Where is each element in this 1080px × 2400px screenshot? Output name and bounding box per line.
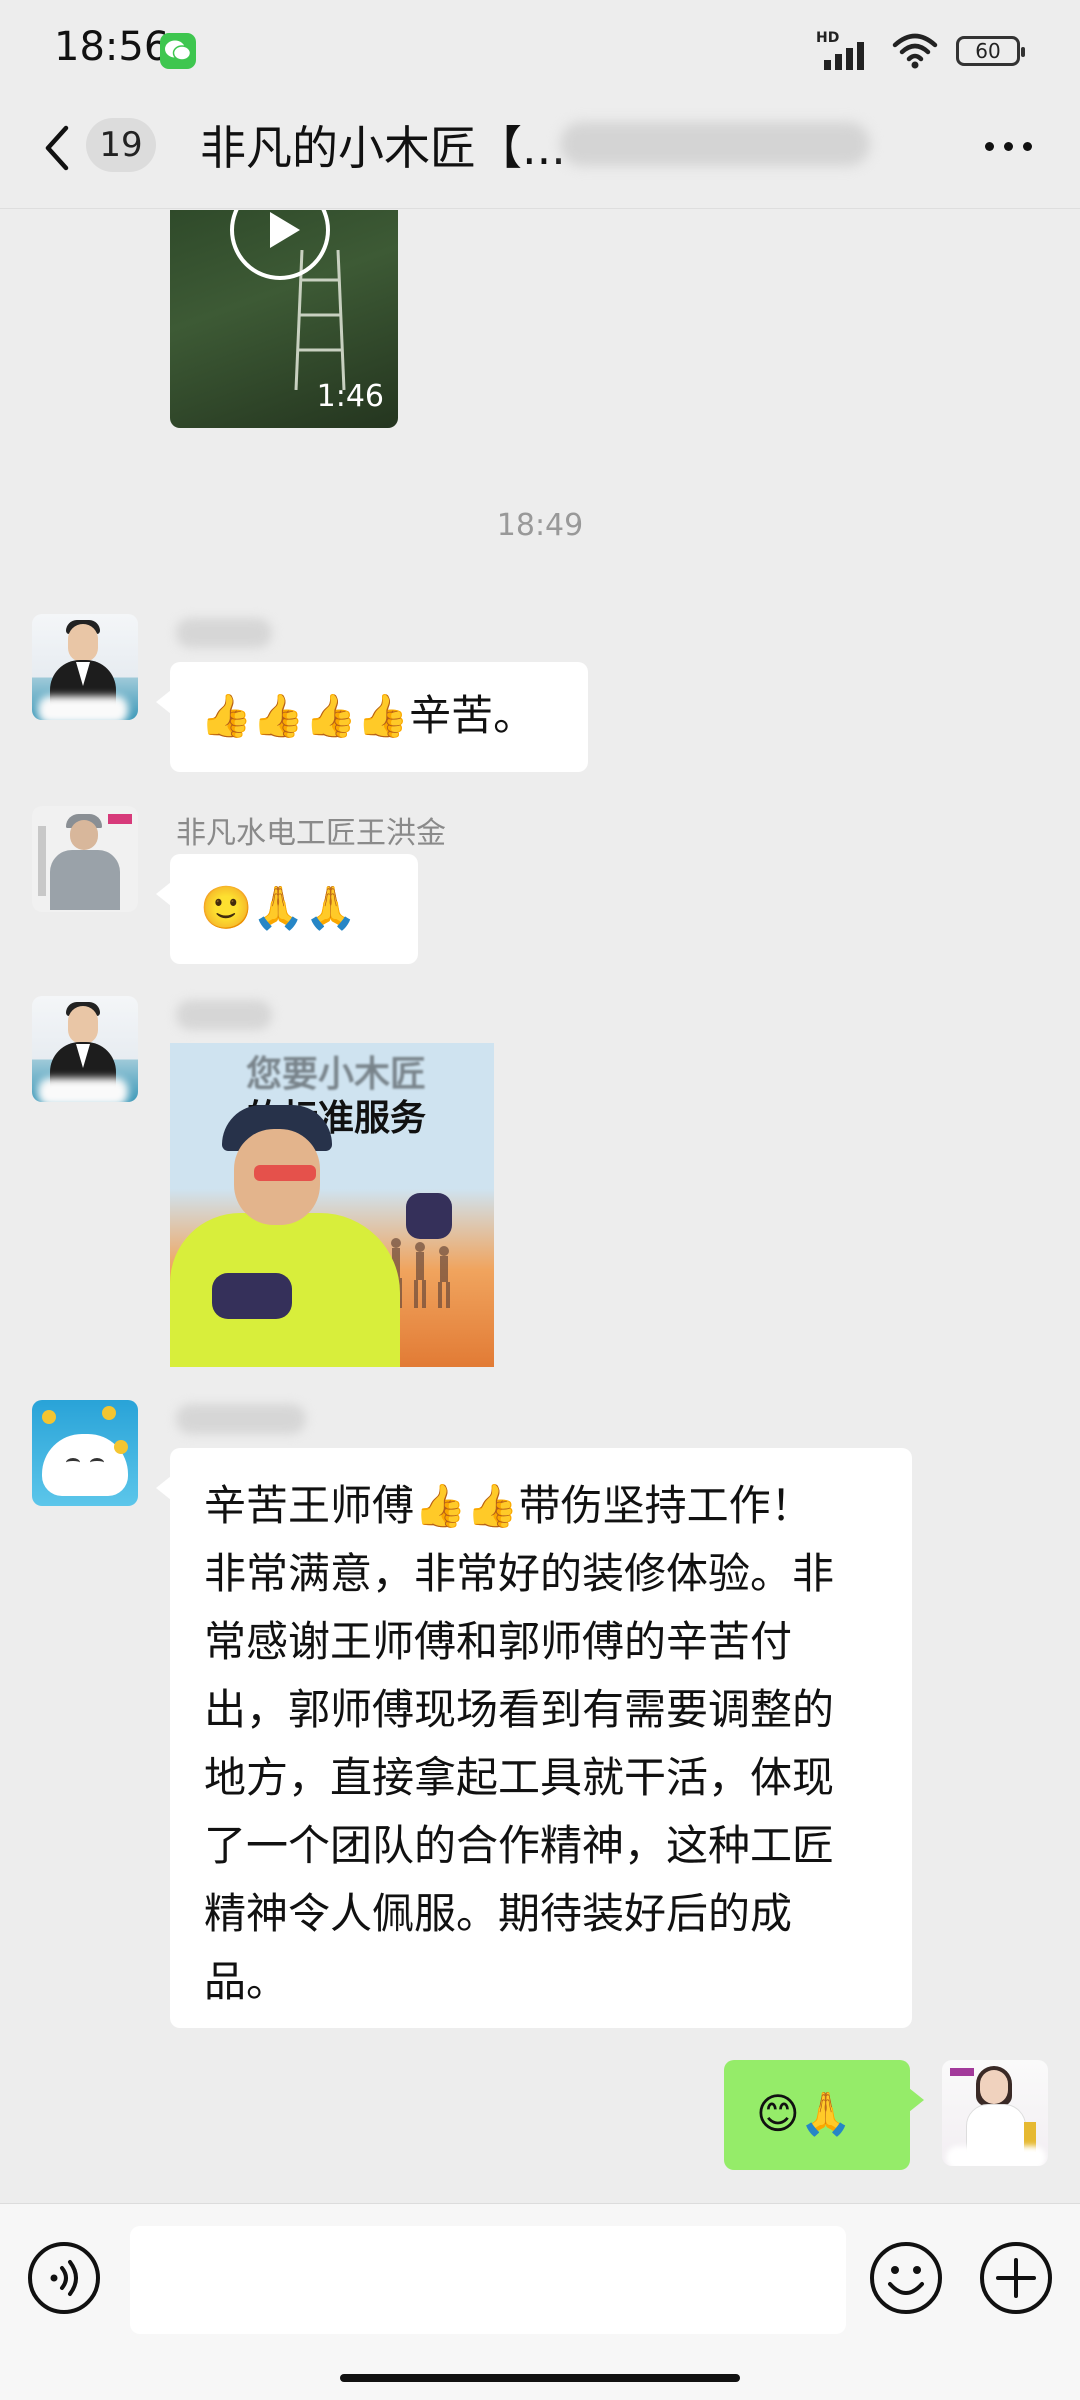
battery-level: 60 (975, 39, 1001, 63)
message-bubble[interactable]: 👍👍👍👍辛苦。 (156, 662, 588, 772)
wechat-notification-icon (160, 33, 196, 69)
message-bubble[interactable]: 🙂🙏🙏 (156, 854, 418, 964)
emoji-icon (870, 2242, 942, 2314)
message-text: 😊🙏 (756, 2089, 853, 2138)
sender-name-redacted (176, 618, 272, 648)
message-bubble[interactable]: 辛苦王师傅👍👍带伤坚持工作！ 非常满意，非常好的装修体验。非 常感谢王师傅和郭师… (156, 1448, 912, 2028)
home-indicator[interactable] (340, 2374, 740, 2382)
video-message[interactable]: 1:46 (170, 210, 398, 428)
avatar[interactable] (32, 1400, 138, 1506)
status-bar: 18:56 HD 60 (0, 0, 1080, 100)
message-text: 👍👍👍👍辛苦。 (200, 691, 536, 740)
battery-icon: 60 (956, 36, 1025, 66)
hd-signal-icon: HD (816, 30, 874, 72)
outgoing-message-bubble[interactable]: 😊🙏 (724, 2060, 924, 2170)
more-options-button[interactable] (978, 126, 1038, 166)
chat-title[interactable]: 非凡的小木匠【... (200, 112, 566, 178)
chevron-left-icon (45, 125, 69, 171)
sender-name-redacted (176, 1404, 306, 1434)
avatar[interactable] (32, 806, 138, 912)
voice-icon (28, 2242, 100, 2314)
sticker-caption-line: 您要小木匠 (245, 1054, 426, 1095)
emoji-button[interactable] (868, 2240, 944, 2316)
message-text: 🙂🙏🙏 (200, 883, 357, 932)
sticker-message[interactable]: 您要小木匠 的标准服务 (170, 1043, 494, 1367)
thumbs-up-icon (406, 1193, 452, 1239)
sender-name: 非凡水电工匠王洪金 (176, 816, 446, 851)
avatar[interactable] (32, 614, 138, 720)
chat-title-redacted (560, 122, 870, 166)
more-functions-button[interactable] (978, 2240, 1054, 2316)
sender-name-redacted (176, 1000, 272, 1030)
gesture-area (0, 2343, 1080, 2400)
status-time: 18:56 (54, 24, 170, 70)
plus-icon (980, 2242, 1052, 2314)
message-input[interactable] (130, 2226, 846, 2334)
avatar[interactable] (32, 996, 138, 1102)
header-divider (0, 208, 1080, 209)
status-icons: HD 60 (816, 30, 1025, 72)
time-divider: 18:49 (496, 508, 584, 543)
unread-count-badge[interactable]: 19 (86, 118, 156, 172)
voice-button[interactable] (26, 2240, 102, 2316)
my-avatar[interactable] (942, 2060, 1048, 2166)
video-duration: 1:46 (316, 379, 384, 414)
more-dots-icon (984, 141, 994, 151)
wifi-icon (892, 33, 938, 69)
message-text: 辛苦王师傅👍👍带伤坚持工作！ 非常满意，非常好的装修体验。非 常感谢王师傅和郭师… (204, 1481, 835, 2006)
